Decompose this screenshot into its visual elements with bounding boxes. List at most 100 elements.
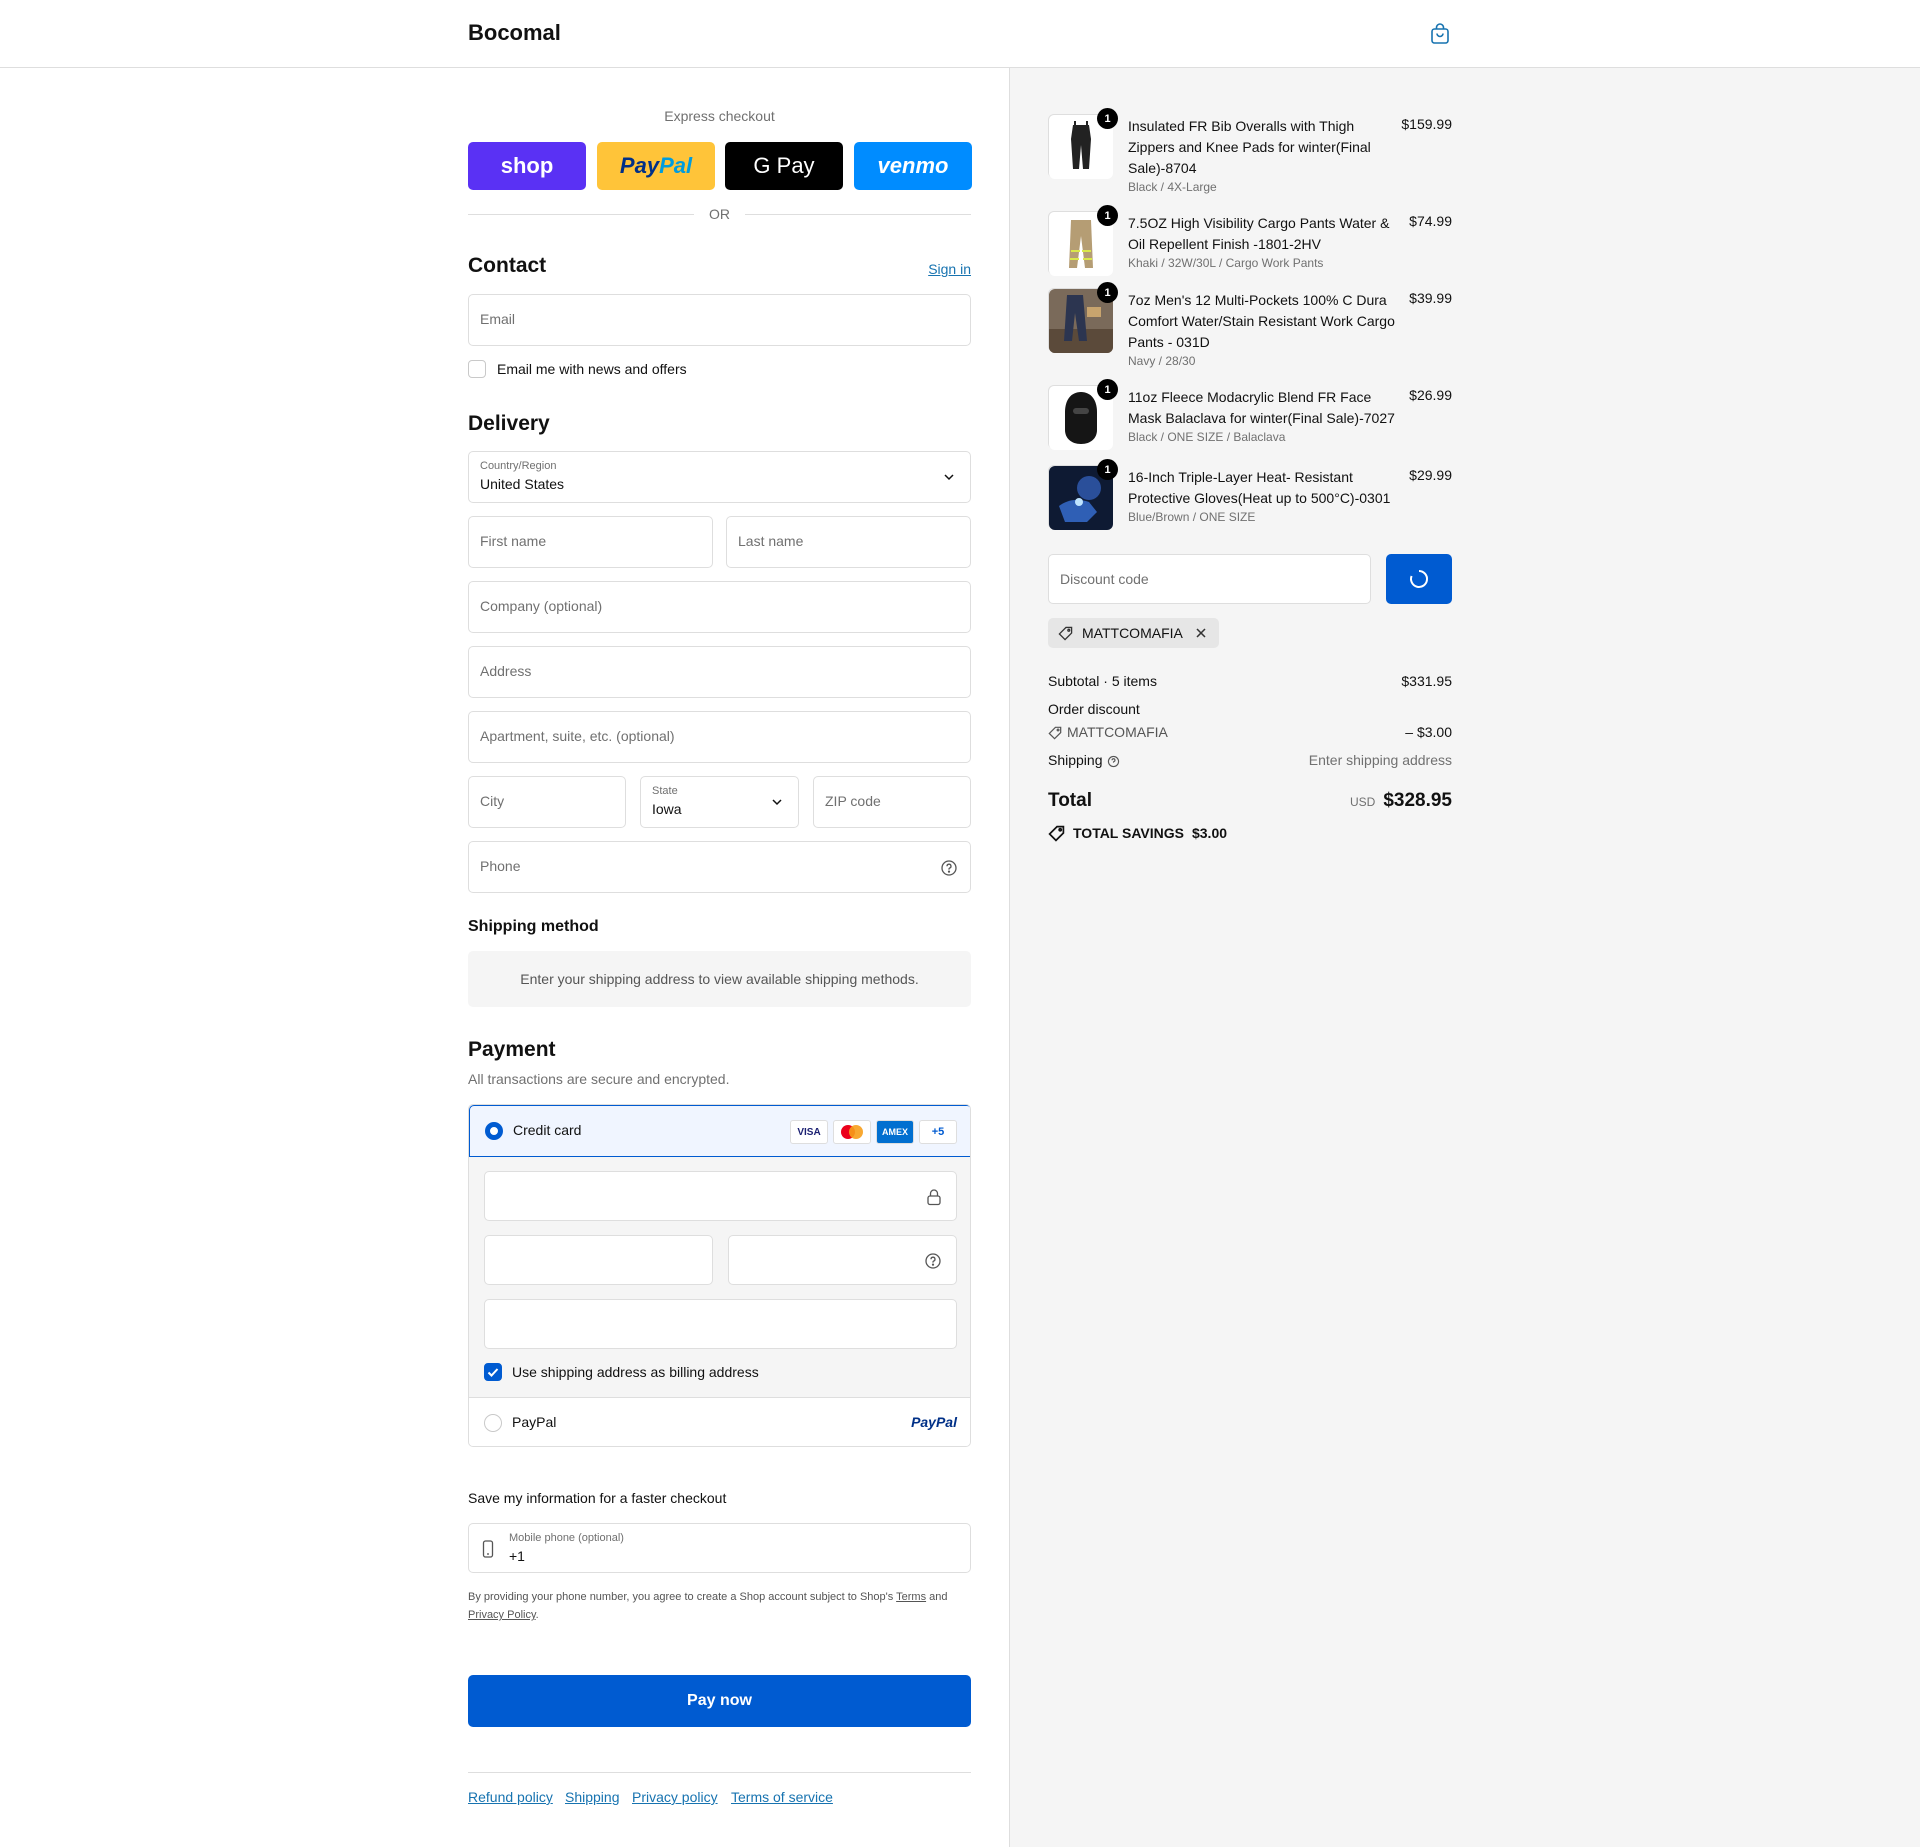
last-name-placeholder: Last name bbox=[738, 533, 804, 549]
refund-policy-link[interactable]: Refund policy bbox=[468, 1789, 553, 1805]
product-thumbnail: 1 bbox=[1048, 108, 1118, 179]
apartment-field[interactable]: Apartment, suite, etc. (optional) bbox=[468, 711, 971, 763]
first-name-field[interactable]: First name bbox=[468, 516, 713, 568]
applied-discount-code: MATTCOMAFIA bbox=[1082, 625, 1183, 641]
country-value: United States bbox=[480, 476, 565, 492]
mobile-phone-value: +1 bbox=[509, 1548, 525, 1564]
line-item: 1 11oz Fleece Modacrylic Blend FR Face M… bbox=[1048, 379, 1452, 450]
order-discount-label: Order discount bbox=[1048, 701, 1140, 717]
shop-pay-button[interactable]: shop bbox=[468, 142, 586, 190]
product-variant: Black / ONE SIZE / Balaclava bbox=[1128, 430, 1286, 444]
total-savings-label: TOTAL SAVINGS bbox=[1073, 825, 1184, 841]
card-number-field[interactable] bbox=[484, 1171, 957, 1221]
address-field[interactable]: Address bbox=[468, 646, 971, 698]
paypal-logo: PayPal bbox=[911, 1414, 957, 1430]
venmo-button[interactable]: venmo bbox=[854, 142, 972, 190]
phone-field[interactable]: Phone bbox=[468, 841, 971, 893]
pay-now-button[interactable]: Pay now bbox=[468, 1675, 971, 1727]
expiry-field[interactable] bbox=[484, 1235, 713, 1285]
subtotal-row: Subtotal · 5 items $331.95 bbox=[1048, 673, 1452, 689]
credit-card-option[interactable]: Credit card VISA AMEX +5 bbox=[469, 1105, 970, 1157]
line-item: 1 16-Inch Triple-Layer Heat- Resistant P… bbox=[1048, 459, 1452, 530]
paypal-radio[interactable] bbox=[484, 1414, 502, 1432]
billing-address-label: Use shipping address as billing address bbox=[512, 1364, 759, 1380]
tag-icon bbox=[1048, 726, 1062, 740]
product-price: $26.99 bbox=[1409, 387, 1452, 403]
payment-title: Payment bbox=[468, 1038, 556, 1061]
discount-code-field[interactable]: Discount code bbox=[1048, 554, 1371, 604]
product-price: $29.99 bbox=[1409, 467, 1452, 483]
product-variant: Navy / 28/30 bbox=[1128, 354, 1196, 368]
total-value-group: USD $328.95 bbox=[1350, 790, 1452, 812]
product-variant: Black / 4X-Large bbox=[1128, 180, 1217, 194]
help-icon[interactable] bbox=[924, 1252, 942, 1270]
delivery-title: Delivery bbox=[468, 412, 550, 435]
city-field[interactable]: City bbox=[468, 776, 626, 828]
product-price: $74.99 bbox=[1409, 213, 1452, 229]
apply-discount-button[interactable] bbox=[1386, 554, 1452, 604]
brand-logo[interactable]: Bocomal bbox=[468, 20, 561, 46]
product-name: 7.5OZ High Visibility Cargo Pants Water … bbox=[1128, 215, 1390, 252]
discount-code-name: MATTCOMAFIA bbox=[1067, 724, 1168, 740]
credit-card-radio[interactable] bbox=[485, 1122, 503, 1140]
header: Bocomal bbox=[0, 0, 1920, 68]
footer-links: Refund policy Shipping Privacy policy Te… bbox=[468, 1772, 971, 1812]
help-icon[interactable] bbox=[940, 859, 958, 877]
product-price: $159.99 bbox=[1401, 116, 1452, 132]
product-name: 16-Inch Triple-Layer Heat- Resistant Pro… bbox=[1128, 469, 1391, 506]
line-item: 1 Insulated FR Bib Overalls with Thigh Z… bbox=[1048, 108, 1452, 194]
privacy-link[interactable]: Privacy Policy bbox=[468, 1609, 536, 1621]
discount-code-placeholder: Discount code bbox=[1060, 571, 1149, 587]
zip-field[interactable]: ZIP code bbox=[813, 776, 971, 828]
quantity-badge: 1 bbox=[1097, 379, 1118, 400]
terms-link[interactable]: Terms bbox=[896, 1591, 926, 1603]
company-field[interactable]: Company (optional) bbox=[468, 581, 971, 633]
news-label: Email me with news and offers bbox=[497, 361, 687, 377]
google-pay-button[interactable]: G Pay bbox=[725, 142, 843, 190]
order-discount-row: Order discount bbox=[1048, 701, 1452, 717]
privacy-policy-link[interactable]: Privacy policy bbox=[632, 1789, 718, 1805]
shopping-bag-icon[interactable] bbox=[1428, 22, 1452, 46]
paypal-option[interactable]: PayPal PayPal bbox=[469, 1397, 970, 1446]
product-price: $39.99 bbox=[1409, 290, 1452, 306]
line-item: 1 7.5OZ High Visibility Cargo Pants Wate… bbox=[1048, 205, 1452, 276]
mobile-phone-field[interactable]: Mobile phone (optional) +1 bbox=[468, 1523, 971, 1573]
close-icon[interactable] bbox=[1195, 627, 1207, 639]
subtotal-value: $331.95 bbox=[1401, 673, 1452, 689]
news-checkbox[interactable] bbox=[468, 360, 486, 378]
line-item: 1 7oz Men's 12 Multi-Pockets 100% C Dura… bbox=[1048, 282, 1452, 368]
total-value: $328.95 bbox=[1383, 790, 1452, 811]
security-code-field[interactable] bbox=[728, 1235, 957, 1285]
more-cards-badge: +5 bbox=[919, 1120, 957, 1144]
state-value: Iowa bbox=[652, 801, 682, 817]
shop-legal-text: By providing your phone number, you agre… bbox=[468, 1588, 971, 1624]
paypal-button[interactable]: Pay Pal bbox=[597, 142, 715, 190]
help-icon[interactable] bbox=[1107, 755, 1120, 768]
terms-of-service-link[interactable]: Terms of service bbox=[731, 1789, 833, 1805]
name-on-card-field[interactable] bbox=[484, 1299, 957, 1349]
paypal-option-label: PayPal bbox=[512, 1414, 557, 1430]
product-variant: Khaki / 32W/30L / Cargo Work Pants bbox=[1128, 256, 1324, 270]
country-select[interactable]: Country/Region United States bbox=[468, 451, 971, 503]
chevron-down-icon bbox=[772, 799, 782, 806]
email-field[interactable]: Email bbox=[468, 294, 971, 346]
total-savings-value: $3.00 bbox=[1191, 825, 1228, 841]
quantity-badge: 1 bbox=[1097, 205, 1118, 226]
legal-prefix: By providing your phone number, you agre… bbox=[468, 1591, 894, 1603]
product-name: 11oz Fleece Modacrylic Blend FR Face Mas… bbox=[1128, 389, 1395, 426]
paypal-pal-text: Pal bbox=[659, 153, 693, 178]
shipping-label: Shipping bbox=[1048, 752, 1103, 768]
product-name: 7oz Men's 12 Multi-Pockets 100% C Dura C… bbox=[1128, 292, 1395, 350]
last-name-field[interactable]: Last name bbox=[726, 516, 971, 568]
legal-and: and bbox=[929, 1591, 948, 1603]
tag-icon bbox=[1058, 626, 1073, 641]
paypal-pay-text: Pay bbox=[619, 153, 660, 178]
shipping-method-title: Shipping method bbox=[468, 918, 599, 935]
shipping-policy-link[interactable]: Shipping bbox=[565, 1789, 620, 1805]
product-thumbnail: 1 bbox=[1048, 205, 1118, 276]
product-variant: Blue/Brown / ONE SIZE bbox=[1128, 510, 1256, 524]
sign-in-link[interactable]: Sign in bbox=[928, 261, 971, 277]
state-select[interactable]: State Iowa bbox=[640, 776, 799, 828]
billing-address-checkbox[interactable] bbox=[484, 1363, 502, 1381]
product-name: Insulated FR Bib Overalls with Thigh Zip… bbox=[1128, 118, 1371, 176]
